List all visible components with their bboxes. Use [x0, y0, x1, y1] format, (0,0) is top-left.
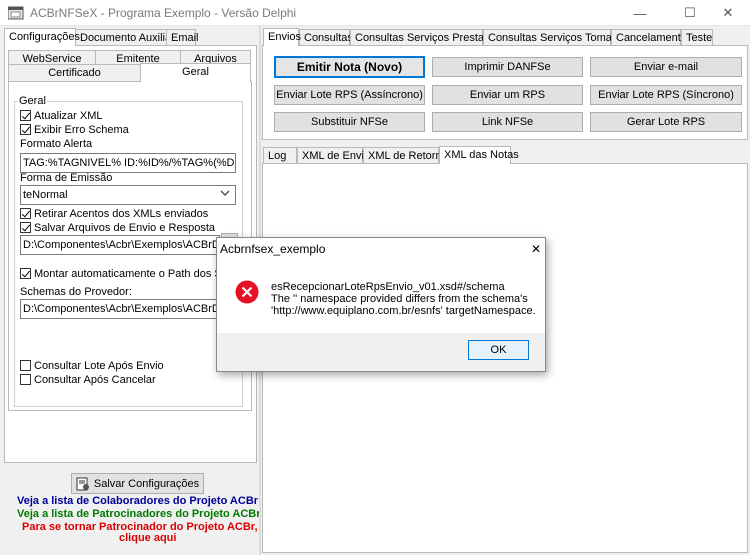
window-title: ACBrNFSeX - Programa Exemplo - Versão De… — [30, 6, 297, 20]
consultar-apos-cancelar-label: Consultar Após Cancelar — [34, 374, 156, 386]
enviar-um-rps-button[interactable]: Enviar um RPS — [432, 85, 583, 105]
tab-consultas[interactable]: Consultas — [299, 29, 353, 46]
salvar-arquivos-checkbox[interactable] — [20, 222, 31, 233]
dialog-message-line2: The '' namespace provided differs from t… — [271, 293, 528, 305]
subtab-geral[interactable]: Geral — [140, 63, 251, 82]
tab-cancelamento[interactable]: Cancelamento — [611, 29, 687, 46]
salvar-arquivos-label: Salvar Arquivos de Envio e Resposta — [34, 222, 215, 234]
schemas-label: Schemas do Provedor: — [20, 286, 132, 298]
schemas-path-input[interactable]: D:\Componentes\Acbr\Exemplos\ACBrDFe\Sch — [20, 299, 220, 319]
tab-documento-auxiliar[interactable]: Documento Auxiliar — [75, 29, 175, 46]
patrocinador-link-line2[interactable]: clique aqui — [119, 532, 176, 544]
formato-alerta-input[interactable]: TAG:%TAGNIVEL% ID:%ID%/%TAG%(%DESCRI — [20, 153, 236, 173]
substituir-nfse-button[interactable]: Substituir NFSe — [274, 112, 425, 132]
chevron-down-icon — [220, 188, 230, 201]
dialog-message-line1: esRecepcionarLoteRpsEnvio_v01.xsd#/schem… — [271, 281, 505, 293]
retirar-acentos-checkbox[interactable] — [20, 208, 31, 219]
atualizar-xml-label: Atualizar XML — [34, 110, 103, 122]
tab-consultas-tomados[interactable]: Consultas Serviços Tomados — [483, 29, 630, 46]
tab-teste[interactable]: Teste — [681, 29, 713, 46]
tab-consultas-prestados[interactable]: Consultas Serviços Prestados — [350, 29, 502, 46]
app-icon — [7, 6, 24, 20]
link-nfse-button[interactable]: Link NFSe — [432, 112, 583, 132]
tab-xml-notas[interactable]: XML das Notas — [439, 146, 519, 164]
tab-envios[interactable]: Envios — [263, 28, 301, 46]
gerar-lote-rps-button[interactable]: Gerar Lote RPS — [590, 112, 742, 132]
consultar-lote-label: Consultar Lote Após Envio — [34, 360, 164, 372]
group-label: Geral — [18, 95, 47, 107]
exibir-erro-schema-label: Exibir Erro Schema — [34, 124, 129, 136]
enviar-lote-async-button[interactable]: Enviar Lote RPS (Assíncrono) — [274, 85, 425, 105]
enviar-lote-sync-button[interactable]: Enviar Lote RPS (Síncrono) — [590, 85, 742, 105]
tab-xml-envio[interactable]: XML de Envio — [297, 147, 370, 164]
forma-emissao-value: teNormal — [23, 189, 68, 201]
ok-button[interactable]: OK — [468, 340, 529, 360]
close-button[interactable]: ✕ — [706, 0, 750, 26]
save-config-icon — [76, 477, 90, 491]
enviar-email-button[interactable]: Enviar e-mail — [590, 57, 742, 77]
title-bar: ACBrNFSeX - Programa Exemplo - Versão De… — [0, 0, 750, 26]
retirar-acentos-label: Retirar Acentos dos XMLs enviados — [34, 208, 209, 220]
salvar-configuracoes-button[interactable]: Salvar Configurações — [71, 473, 204, 494]
imprimir-danfse-button[interactable]: Imprimir DANFSe — [432, 57, 583, 77]
tab-log[interactable]: Log — [263, 147, 297, 164]
consultar-apos-cancelar-checkbox[interactable] — [20, 374, 31, 385]
dialog-message-line3: 'http://www.equiplano.com.br/esnfs' targ… — [271, 305, 536, 317]
tab-email[interactable]: Email — [166, 29, 199, 46]
minimize-button[interactable]: — — [618, 0, 662, 26]
formato-alerta-label: Formato Alerta — [20, 138, 93, 150]
close-icon: ✕ — [530, 242, 542, 256]
error-icon — [235, 280, 259, 304]
montar-path-checkbox[interactable] — [20, 268, 31, 279]
path-envio-input[interactable]: D:\Componentes\Acbr\Exemplos\ACBrDFe\ACI — [20, 235, 220, 255]
forma-emissao-label: Forma de Emissão — [20, 172, 113, 184]
exibir-erro-schema-checkbox[interactable] — [20, 124, 31, 135]
subtab-webservice[interactable]: WebService — [8, 50, 96, 65]
patrocinadores-link[interactable]: Veja a lista de Patrocinadores do Projet… — [17, 508, 261, 520]
consultar-lote-checkbox[interactable] — [20, 360, 31, 371]
dialog-footer: OK — [217, 333, 545, 371]
tab-configuracoes[interactable]: Configurações — [4, 28, 80, 46]
subtab-certificado[interactable]: Certificado — [8, 64, 141, 81]
dialog-title: Acbrnfsex_exemplo — [220, 242, 326, 256]
atualizar-xml-checkbox[interactable] — [20, 110, 31, 121]
colaboradores-link[interactable]: Veja a lista de Colaboradores do Projeto… — [17, 495, 258, 507]
error-dialog: Acbrnfsex_exemplo ✕ esRecepcionarLoteRps… — [216, 237, 546, 372]
dialog-close-button[interactable]: ✕ — [525, 238, 547, 260]
emitir-nota-button[interactable]: Emitir Nota (Novo) — [274, 56, 425, 78]
forma-emissao-select[interactable]: teNormal — [20, 185, 236, 205]
tab-xml-retorno[interactable]: XML de Retorno — [363, 147, 448, 164]
